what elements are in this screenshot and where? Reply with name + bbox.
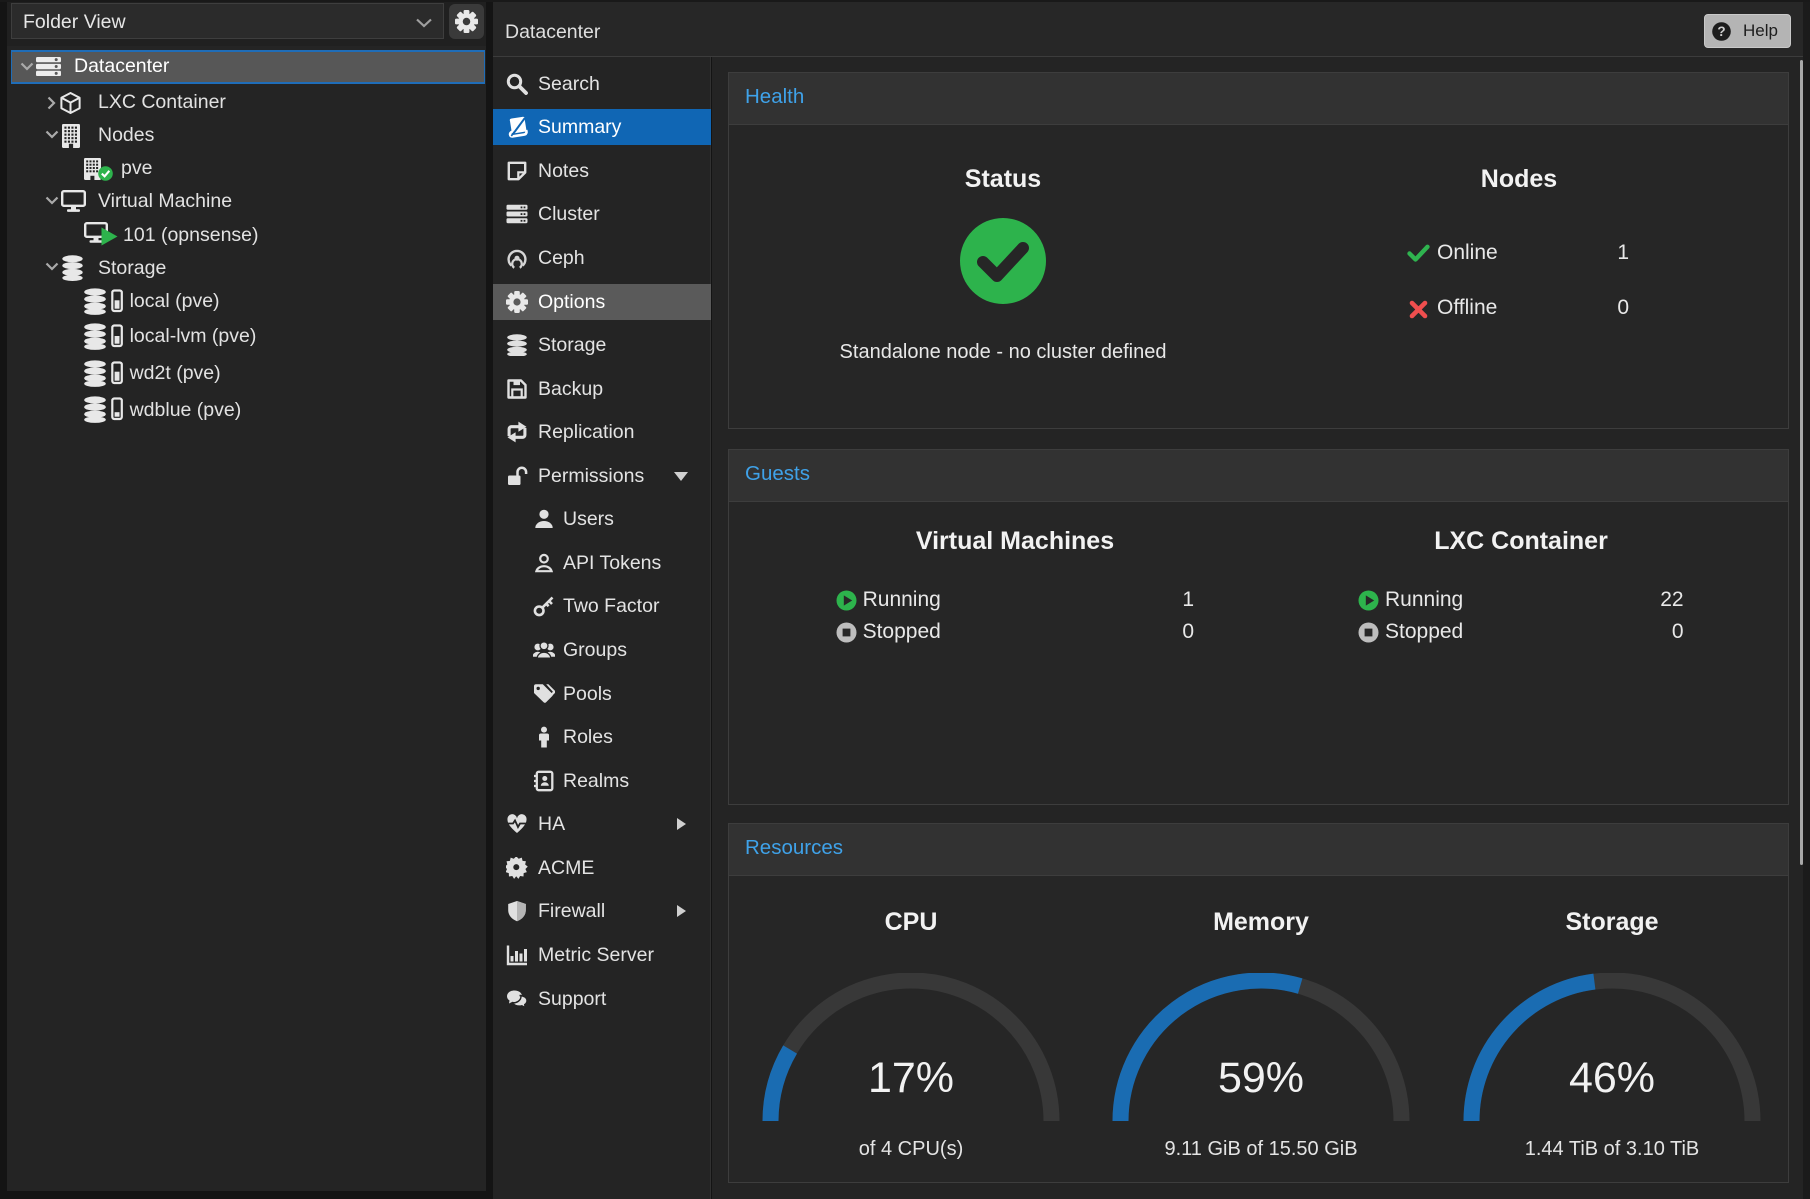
svg-text:?: ? <box>1717 24 1725 39</box>
